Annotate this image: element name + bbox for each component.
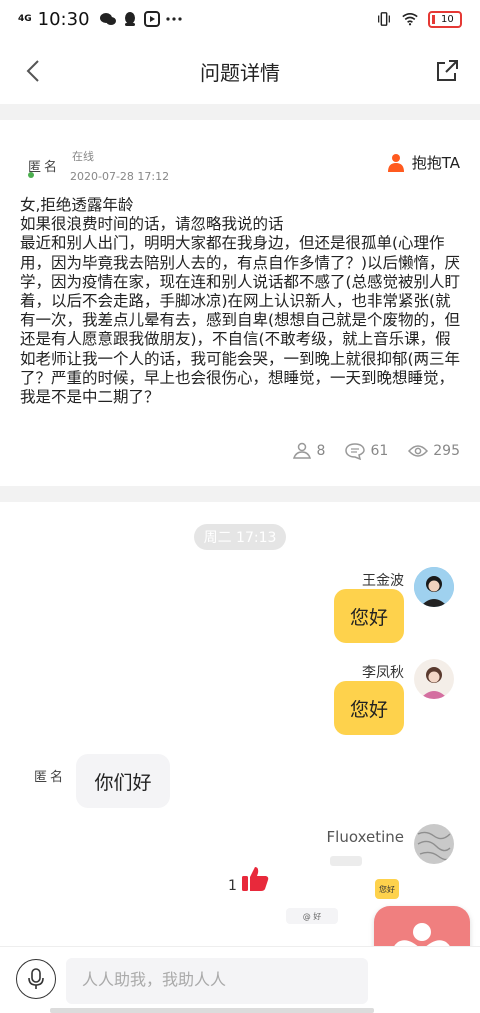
avatar[interactable] (414, 567, 454, 607)
chat-bubble: 你们好 (76, 754, 170, 808)
wechat-icon (99, 11, 116, 27)
section-divider (0, 486, 480, 502)
online-dot (28, 172, 34, 178)
section-divider (0, 104, 480, 120)
input-bar (0, 946, 480, 1013)
hug-person-icon (387, 153, 404, 172)
question-body: 女,拒绝透露年龄 如果很浪费时间的话，请忽略我说的话 最近和别人出门，明明大家都… (20, 196, 461, 407)
mini-reply-bubble: @ 好 (286, 908, 338, 924)
message-sender-name: 李凤秋 (362, 665, 404, 681)
question-card: 匿名 在线 2020-07-28 17:12 抱抱TA 女,拒绝透露年龄 如果很… (0, 120, 480, 486)
hug-count[interactable]: 8 (292, 442, 326, 460)
battery-level: 10 (441, 13, 454, 25)
wifi-icon (402, 11, 418, 27)
eye-icon (408, 445, 429, 457)
author-row: 匿名 在线 2020-07-28 17:12 抱抱TA (20, 144, 460, 184)
hug-outline-icon (292, 442, 311, 459)
share-icon (437, 60, 458, 81)
chevron-left-icon (26, 60, 39, 82)
view-count-value: 295 (433, 443, 460, 459)
thumbs-up-button[interactable] (240, 864, 270, 894)
nav-bar: 问题详情 (0, 38, 480, 104)
back-button[interactable] (18, 56, 48, 86)
hug-label: 抱抱TA (411, 154, 460, 172)
chat-bubble: 您好 (334, 681, 404, 735)
thumbs-up-icon (242, 867, 269, 891)
share-button[interactable] (432, 56, 462, 86)
network-indicator: 4G (18, 13, 32, 24)
online-status: 在线 (72, 150, 94, 163)
chat-time-divider: 周二 17:13 (194, 524, 286, 550)
status-bar: 4G 10:30 10 (0, 0, 480, 38)
question-stats: 8 61 295 (292, 442, 460, 460)
avatar[interactable] (414, 824, 454, 864)
message-sender-name: 王金波 (362, 573, 404, 589)
comment-count-value: 61 (370, 443, 389, 459)
like-count: 1 (228, 878, 237, 894)
message-sender-name: Fluoxetine (326, 828, 404, 846)
page-title: 问题详情 (200, 60, 280, 85)
more-dots-icon (165, 11, 182, 27)
comment-icon (345, 443, 366, 460)
mini-chat-bubble: 您好 (375, 879, 399, 899)
voice-input-button[interactable] (16, 959, 56, 999)
battery-indicator: 10 (428, 10, 462, 28)
message-input[interactable] (66, 958, 368, 1004)
video-app-icon (143, 11, 160, 27)
message-sender-name[interactable]: 匿名 (34, 766, 66, 785)
comment-count[interactable]: 61 (345, 442, 388, 460)
qq-icon (122, 11, 138, 27)
status-time: 10:30 (37, 8, 90, 30)
hug-button[interactable]: 抱抱TA (386, 152, 460, 173)
avatar[interactable] (414, 659, 454, 699)
view-count: 295 (408, 442, 460, 460)
bottom-strip (50, 1008, 374, 1013)
post-date: 2020-07-28 17:12 (70, 170, 170, 183)
vibrate-icon (376, 11, 392, 27)
microphone-icon (28, 968, 44, 989)
mini-name-placeholder (330, 856, 362, 866)
chat-bubble: 您好 (334, 589, 404, 643)
hug-count-value: 8 (316, 443, 326, 459)
